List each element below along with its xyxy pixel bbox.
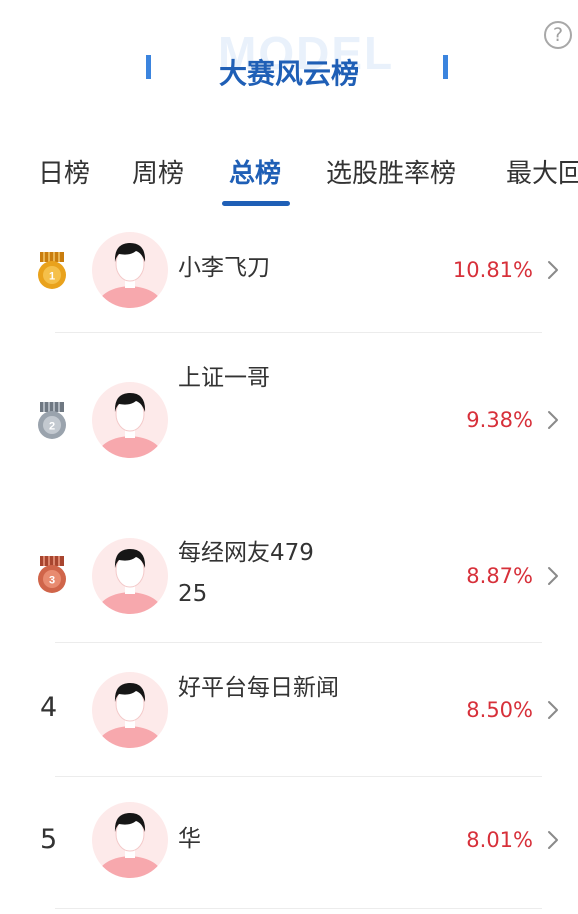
silver-medal-icon: 2 [38,402,66,439]
chevron-right-icon [544,409,562,431]
return-rate: 8.50% [466,698,533,722]
chevron-right-icon [544,699,562,721]
bronze-medal-icon: 3 [38,556,66,593]
avatar [92,382,168,458]
leaderboard-row[interactable]: 3 每经网友47925 8.87% [0,511,578,641]
tab-bar: 日榜 周榜 总榜 选股胜率榜 最大回 [0,153,578,213]
return-rate: 10.81% [452,258,533,282]
tab-max-drawdown[interactable]: 最大回 [506,153,578,190]
leaderboard-row[interactable]: 5 华 8.01% [0,777,578,907]
chevron-right-icon [544,259,562,281]
user-name: 好平台每日新闻 [178,675,339,701]
avatar [92,672,168,748]
avatar [92,802,168,878]
tab-weekly[interactable]: 周榜 [132,153,184,190]
header-bar-right [443,55,448,79]
medal-rank-text: 3 [49,575,55,587]
chevron-right-icon [544,565,562,587]
return-rate: 8.87% [466,564,533,588]
medal-rank-text: 1 [49,271,55,283]
tab-daily[interactable]: 日榜 [38,153,90,190]
chevron-right-icon [544,829,562,851]
tab-win-rate[interactable]: 选股胜率榜 [326,153,456,190]
leaderboard-row[interactable]: 2 上证一哥 9.38% [0,333,578,511]
leaderboard-row[interactable]: 1 小李飞刀 10.81% [0,228,578,332]
leaderboard-row[interactable]: 4 好平台每日新闻 8.50% [0,643,578,776]
user-name: 小李飞刀 [178,255,270,281]
active-tab-indicator [222,201,290,206]
user-name: 华 [178,826,201,852]
gold-medal-icon: 1 [38,252,66,289]
avatar [92,538,168,614]
help-icon[interactable]: ? [544,21,572,49]
avatar [92,232,168,308]
medal-rank-text: 2 [49,421,55,433]
row-divider [55,908,542,909]
user-name: 每经网友47925 [178,540,314,607]
return-rate: 8.01% [466,828,533,852]
return-rate: 9.38% [466,408,533,432]
page-title: 大赛风云榜 [218,57,359,90]
user-name: 上证一哥 [178,365,270,391]
rank-number: 5 [40,824,58,855]
rank-number: 4 [40,692,58,723]
tab-overall[interactable]: 总榜 [229,153,281,190]
